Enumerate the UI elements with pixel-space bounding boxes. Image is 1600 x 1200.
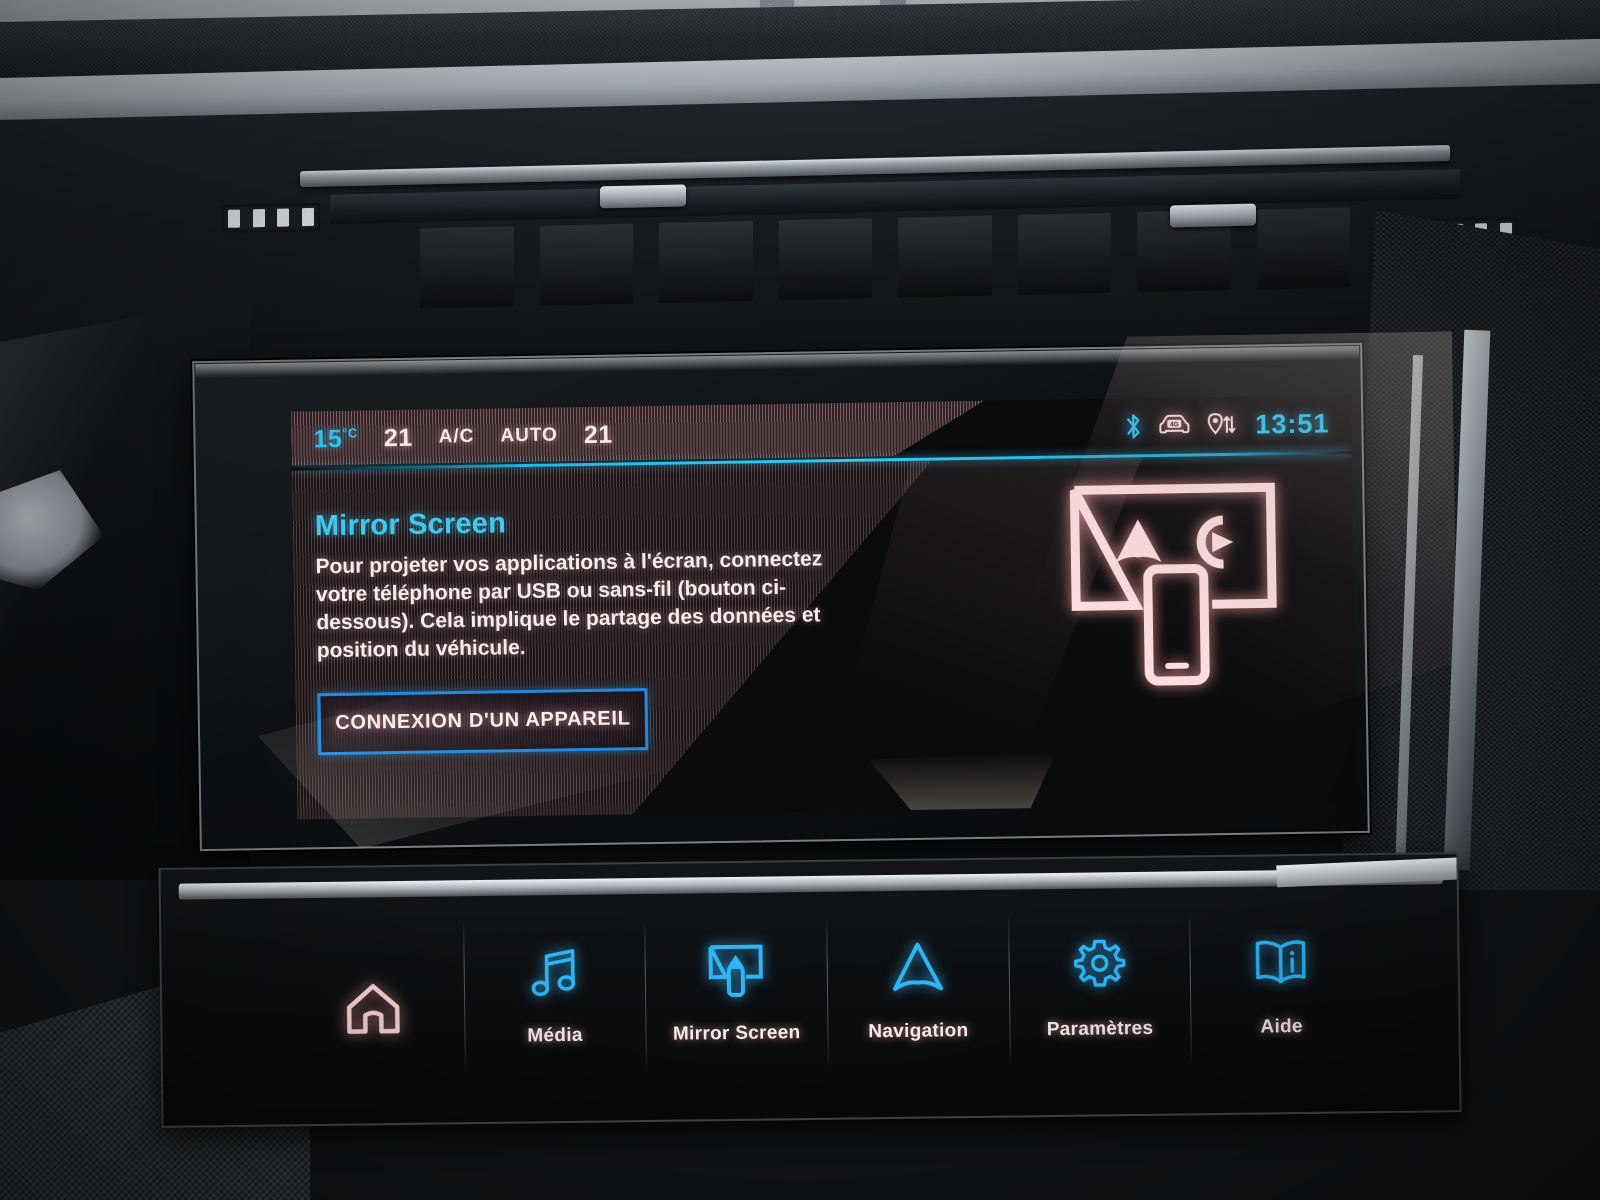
location-data-icon [1207,413,1236,435]
vent-direction-slider-right[interactable] [1170,203,1256,228]
outside-temp-value: 15 [313,424,343,453]
nav-item-home[interactable] [281,928,465,1100]
connect-device-button-label: CONNEXION D'UN APPAREIL [335,707,631,735]
home-icon-wrap [344,977,403,1040]
page-description: Pour projeter vos applications à l'écran… [315,547,823,663]
passenger-temperature[interactable]: 21 [584,420,613,449]
car-interior-scene: 15°C 21 A/C AUTO 21 4G 13:51 Mirror Scre… [0,0,1600,1200]
nav-label-media: Média [527,1024,583,1047]
clock: 13:51 [1255,407,1330,440]
vent-fin [659,220,753,304]
page-title: Mirror Screen [314,507,507,543]
nav-item-media[interactable]: Média [463,926,647,1098]
nav-item-mirror-screen[interactable]: Mirror Screen [645,924,829,1096]
vent-fin [778,218,872,301]
nav-item-navigation[interactable]: Navigation [826,922,1010,1094]
mirror-screen-illustration [1069,482,1277,686]
nav-label-navigation: Navigation [868,1020,969,1043]
nav-label-help: Aide [1260,1015,1303,1038]
vent-fin [539,223,633,306]
mirror-screen-page: Mirror Screen Pour projeter vos applicat… [292,454,1357,820]
nav-item-settings[interactable]: Paramètres [1008,919,1192,1091]
bluetooth-icon [1127,414,1140,439]
outside-temperature: 15°C [313,424,358,454]
main-navigation-bar: Média Mirror Screen Navigation Paramètre… [281,917,1373,1100]
ac-indicator[interactable]: A/C [438,426,474,449]
connect-device-button[interactable]: CONNEXION D'UN APPAREIL [317,687,649,755]
lower-console: Média Mirror Screen Navigation Paramètre… [158,852,1462,1128]
screen-reflection-3 [856,751,1057,814]
vent-fin [420,226,514,309]
navigation-arrow-icon [892,942,943,991]
system-status-group: 4G 13:51 [1123,408,1352,443]
infotainment-display: 15°C 21 A/C AUTO 21 4G 13:51 Mirror Scre… [192,343,1370,852]
car-4g-icon: 4G [1159,414,1190,434]
cast-screen-icon-wrap [705,939,768,1002]
nav-label-settings: Paramètres [1046,1017,1154,1041]
climate-status-group: 15°C 21 A/C AUTO 21 [291,420,613,454]
book-info-icon [1255,940,1306,984]
vent-fin [898,215,992,298]
mirror-screen-text-column: Mirror Screen Pour projeter vos applicat… [292,461,916,755]
music-note-icon-wrap [526,941,583,1004]
vent-direction-slider-left[interactable] [600,184,686,209]
lcd-screen: 15°C 21 A/C AUTO 21 4G 13:51 Mirror Scre… [291,395,1358,820]
outside-temp-unit: °C [342,424,358,441]
nav-item-help[interactable]: Aide [1190,917,1374,1089]
gear-icon-wrap [1071,934,1128,997]
svg-text:4G: 4G [1170,421,1179,428]
gear-icon [1073,939,1125,987]
vent-fin [1017,212,1111,295]
music-note-icon [531,949,575,997]
auto-indicator[interactable]: AUTO [500,424,558,447]
cast-screen-icon [708,944,764,997]
driver-temperature[interactable]: 21 [384,423,413,452]
book-info-icon-wrap [1252,932,1311,995]
home-icon [346,984,400,1034]
nav-label-mirror-screen: Mirror Screen [672,1022,801,1045]
vent-fin [1256,207,1350,290]
console-chrome-strip [178,868,1443,900]
vent-grill-left [222,202,320,233]
navigation-arrow-icon-wrap [888,936,947,999]
